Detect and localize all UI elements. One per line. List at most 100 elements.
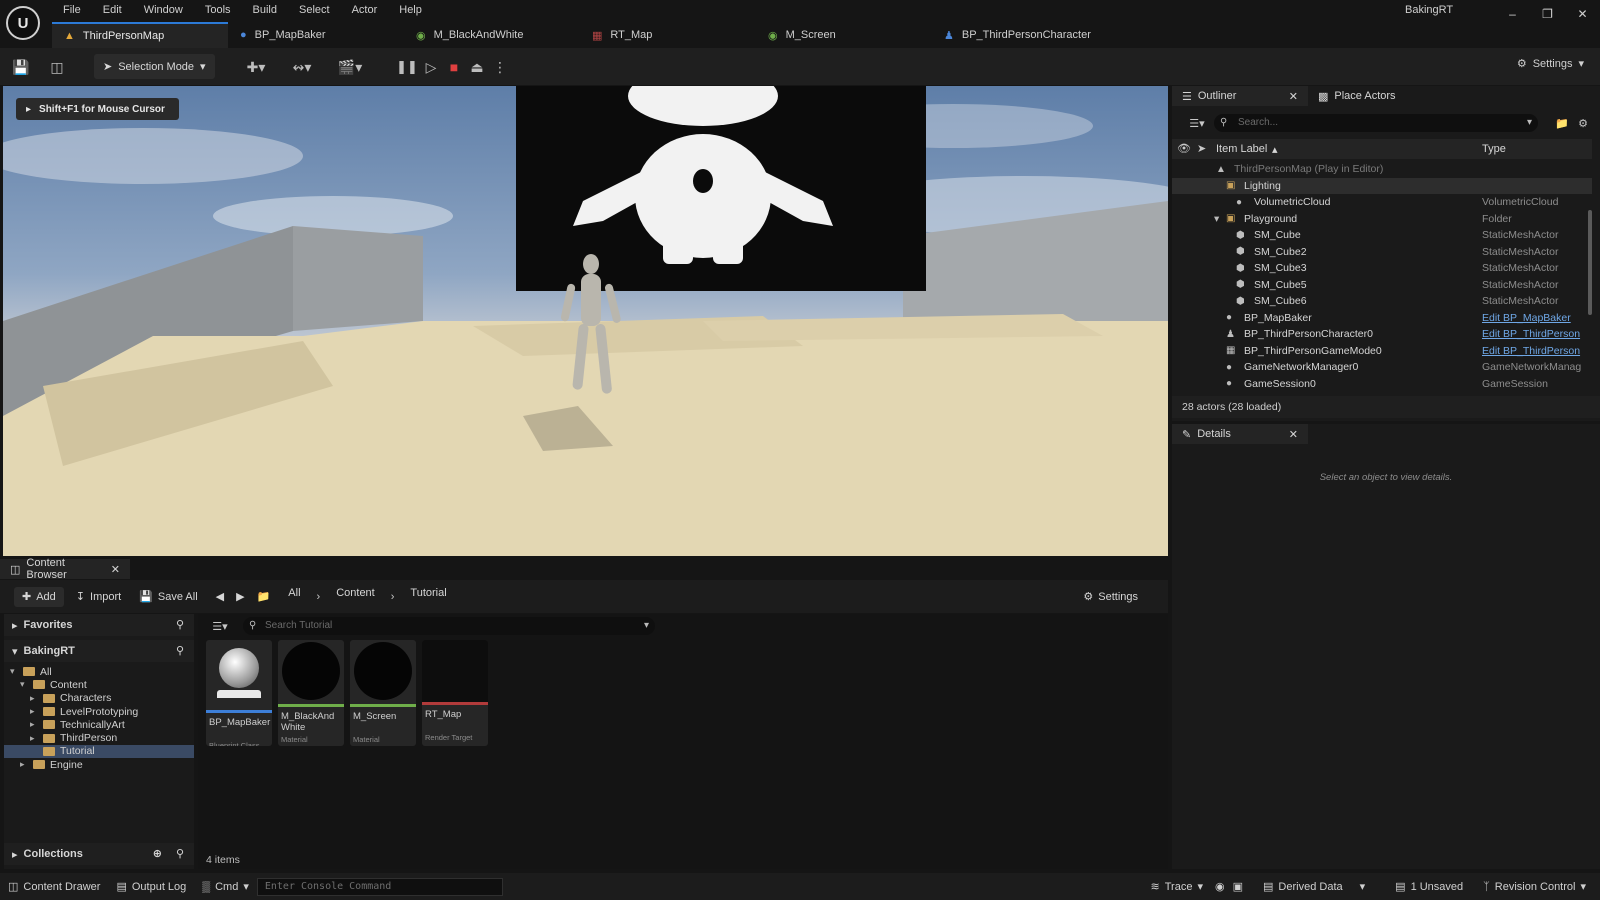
filter-icon[interactable]: ☰▾: [206, 617, 234, 635]
outliner-row[interactable]: ♟ BP_ThirdPersonCharacter0 Edit BP_ThirdPe…: [1172, 326, 1592, 343]
folder-tree-item[interactable]: ▾ All: [4, 665, 194, 678]
asset-tile[interactable]: BP_MapBaker Blueprint Class: [206, 640, 272, 746]
revision-control-dropdown[interactable]: ᛉ Revision Control ▾: [1475, 873, 1594, 900]
tab-details[interactable]: ✎ Details ✕: [1172, 424, 1308, 444]
tab-thirdpersonmap[interactable]: ▲ ThirdPersonMap: [52, 22, 228, 48]
back-icon[interactable]: ◀: [210, 587, 230, 607]
folder-tree-item[interactable]: ▾ Content: [4, 678, 194, 691]
mouse-cursor-hint[interactable]: ▸ Shift+F1 for Mouse Cursor: [16, 98, 179, 120]
stop-icon[interactable]: ■: [442, 55, 466, 79]
cinematics-icon[interactable]: 🎬▾: [334, 55, 366, 79]
close-tab-icon[interactable]: ✕: [1289, 90, 1298, 103]
selection-mode-dropdown[interactable]: ➤ Selection Mode ▾: [94, 54, 215, 79]
folder-tree-item[interactable]: ▸ TechnicallyArt: [4, 718, 194, 731]
eject-icon[interactable]: ⏏: [465, 55, 489, 79]
tab-rt-map[interactable]: ▦ RT_Map: [580, 22, 756, 48]
close-icon[interactable]: ✕: [1565, 0, 1600, 28]
eye-icon[interactable]: 👁: [1177, 142, 1191, 155]
col-type[interactable]: Type: [1482, 143, 1506, 155]
trace-dropdown[interactable]: ≋ Trace ▾: [1143, 873, 1211, 900]
asset-tile[interactable]: M_BlackAnd White Material: [278, 640, 344, 746]
cmd-dropdown[interactable]: ▒ Cmd ▾: [194, 873, 257, 900]
content-icon[interactable]: ◫: [45, 55, 69, 79]
asset-tile[interactable]: RT_Map Render Target: [422, 640, 488, 746]
chevron-right-icon[interactable]: ▸: [30, 733, 38, 744]
collections-section[interactable]: ▸ Collections ⊕ ⚲: [4, 843, 194, 865]
add-collection-icon[interactable]: ⊕: [153, 847, 162, 860]
edit-blueprint-link[interactable]: Edit BP_MapBaker: [1482, 312, 1592, 324]
outliner-row[interactable]: ▲ ThirdPersonMap (Play in Editor): [1172, 161, 1592, 178]
outliner-row[interactable]: ▦ BP_ThirdPersonGameMode0 Edit BP_ThirdPer…: [1172, 343, 1592, 360]
project-section[interactable]: ▾ BakingRT ⚲: [4, 640, 194, 662]
outliner-row[interactable]: ⬢ SM_Cube StaticMeshActor: [1172, 227, 1592, 244]
tab-bp-mapbaker[interactable]: ● BP_MapBaker: [228, 22, 404, 48]
tab-place-actors[interactable]: ▩ Place Actors: [1308, 86, 1406, 106]
menu-build[interactable]: Build: [242, 0, 288, 20]
add-button[interactable]: ✚ Add: [14, 586, 64, 607]
chevron-right-icon[interactable]: ▸: [20, 759, 28, 770]
output-log-button[interactable]: ▤ Output Log: [108, 873, 194, 900]
tab-bp-thirdpersoncharacter[interactable]: ♟ BP_ThirdPersonCharacter: [932, 22, 1132, 48]
new-folder-icon[interactable]: 📁: [1553, 114, 1571, 132]
filter-icon[interactable]: ☰▾: [1184, 114, 1210, 132]
breadcrumb-tutorial[interactable]: Tutorial: [404, 587, 452, 607]
unreal-logo-icon[interactable]: U: [6, 6, 40, 40]
folder-tree-item[interactable]: ▸ Engine: [4, 758, 194, 771]
pin-icon[interactable]: ➤: [1197, 142, 1206, 155]
tab-outliner[interactable]: ☰ Outliner ✕: [1172, 86, 1308, 106]
save-all-button[interactable]: 💾 Save All: [133, 587, 203, 607]
outliner-row[interactable]: ● GameNetworkManager0 GameNetworkManag: [1172, 359, 1592, 376]
tab-m-blackandwhite[interactable]: ◉ M_BlackAndWhite: [404, 22, 580, 48]
close-tab-icon[interactable]: ✕: [1289, 428, 1298, 441]
outliner-row[interactable]: ⬢ SM_Cube5 StaticMeshActor: [1172, 277, 1592, 294]
settings-dropdown[interactable]: ⚙ Settings ▾: [1517, 57, 1584, 71]
chevron-down-icon[interactable]: ▾: [644, 617, 649, 635]
menu-edit[interactable]: Edit: [92, 0, 133, 20]
chevron-down-icon[interactable]: ▾: [20, 679, 28, 690]
menu-select[interactable]: Select: [288, 0, 341, 20]
outliner-row[interactable]: ● VolumetricCloud VolumetricCloud: [1172, 194, 1592, 211]
tab-m-screen[interactable]: ◉ M_Screen: [756, 22, 932, 48]
derived-data-dropdown[interactable]: ▤ Derived Data ▾: [1255, 873, 1373, 900]
more-options-icon[interactable]: ⋮: [488, 55, 512, 79]
restore-icon[interactable]: ❐: [1530, 0, 1565, 28]
outliner-scrollbar[interactable]: [1588, 210, 1592, 315]
step-icon[interactable]: ▷: [419, 55, 443, 79]
favorites-section[interactable]: ▸ Favorites ⚲: [4, 614, 194, 636]
gear-icon[interactable]: ⚙: [1574, 114, 1592, 132]
save-icon[interactable]: 💾: [9, 55, 33, 79]
chevron-down-icon[interactable]: ▾: [1214, 213, 1219, 225]
outliner-row[interactable]: ⬢ SM_Cube2 StaticMeshActor: [1172, 244, 1592, 261]
asset-search-input[interactable]: ⚲ Search Tutorial ▾: [243, 617, 655, 635]
breadcrumb-all[interactable]: All: [282, 587, 306, 607]
pause-icon[interactable]: ❚❚: [395, 55, 419, 79]
chevron-right-icon[interactable]: ▸: [30, 693, 38, 704]
menu-help[interactable]: Help: [388, 0, 433, 20]
folder-icon[interactable]: 📁: [251, 587, 277, 607]
minimize-icon[interactable]: –: [1495, 0, 1530, 28]
chevron-right-icon[interactable]: ▸: [30, 706, 38, 717]
import-button[interactable]: ↧ Import: [70, 587, 127, 607]
outliner-search-input[interactable]: ⚲ Search... ▾: [1214, 114, 1538, 132]
search-icon[interactable]: ⚲: [176, 644, 184, 657]
outliner-row[interactable]: ⬢ SM_Cube6 StaticMeshActor: [1172, 293, 1592, 310]
menu-actor[interactable]: Actor: [341, 0, 389, 20]
edit-blueprint-link[interactable]: Edit BP_ThirdPerson: [1482, 328, 1592, 340]
outliner-row[interactable]: ▾ ▣ Playground Folder: [1172, 211, 1592, 228]
tab-content-browser[interactable]: ◫ Content Browser ✕: [0, 557, 130, 581]
unsaved-button[interactable]: ▤ 1 Unsaved: [1387, 873, 1471, 900]
asset-tile[interactable]: M_Screen Material: [350, 640, 416, 746]
add-actor-icon[interactable]: ✚▾: [240, 55, 272, 79]
blueprint-menu-icon[interactable]: ↭▾: [286, 55, 318, 79]
search-icon[interactable]: ⚲: [176, 618, 184, 631]
outliner-row[interactable]: ● GameSession0 GameSession: [1172, 376, 1592, 393]
content-drawer-button[interactable]: ◫ Content Drawer: [0, 873, 108, 900]
outliner-row[interactable]: ⬢ SM_Cube3 StaticMeshActor: [1172, 260, 1592, 277]
col-item-label[interactable]: Item Label: [1216, 143, 1267, 155]
folder-tree-item[interactable]: ▸ LevelPrototyping: [4, 705, 194, 718]
chevron-down-icon[interactable]: ▾: [1527, 114, 1532, 132]
chevron-right-icon[interactable]: ▸: [30, 719, 38, 730]
search-icon[interactable]: ⚲: [176, 847, 184, 860]
outliner-row[interactable]: ● BP_MapBaker Edit BP_MapBaker: [1172, 310, 1592, 327]
screenshot-icon[interactable]: ▣: [1229, 873, 1247, 900]
